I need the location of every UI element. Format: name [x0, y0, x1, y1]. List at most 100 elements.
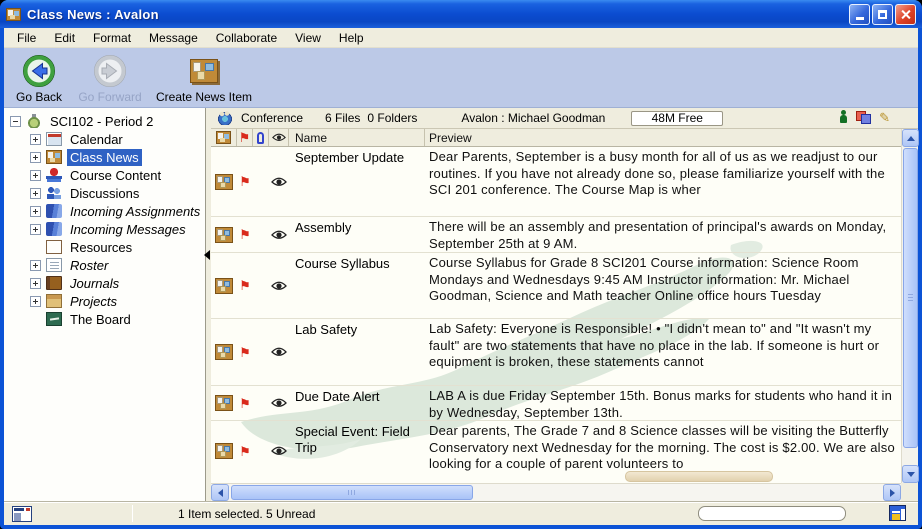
scroll-watermark	[625, 471, 773, 482]
sidebar-item-label[interactable]: Incoming Messages	[67, 221, 189, 238]
news-list-area: ⚑ September Update Dear Parents, Septemb…	[211, 147, 918, 483]
sidebar-item-label[interactable]: Calendar	[67, 131, 126, 148]
sidebar-item-label[interactable]: Roster	[67, 257, 111, 274]
expand-icon[interactable]	[30, 224, 41, 235]
tree-root-label[interactable]: SCI102 - Period 2	[47, 113, 156, 130]
expand-icon[interactable]	[30, 152, 41, 163]
close-button[interactable]	[895, 4, 916, 25]
sidebar-item-label[interactable]: Journals	[67, 275, 122, 292]
horizontal-scrollbar[interactable]	[211, 483, 901, 501]
expand-icon[interactable]	[30, 188, 41, 199]
sidebar-item-journals[interactable]: Journals	[4, 274, 205, 292]
news-item-name[interactable]: Special Event: Field Trip	[289, 421, 425, 481]
column-item-icon[interactable]	[211, 129, 237, 146]
tree-root-sci102[interactable]: SCI102 - Period 2	[4, 112, 205, 130]
sidebar-item-roster[interactable]: Roster	[4, 256, 205, 274]
minimize-icon	[856, 17, 864, 20]
who-is-online-icon[interactable]	[839, 110, 848, 124]
sidebar-item-label[interactable]: Incoming Assignments	[67, 203, 203, 220]
paperclip-icon	[257, 132, 264, 144]
sidebar-item-label[interactable]: The Board	[67, 311, 134, 328]
news-item-name[interactable]: September Update	[289, 147, 425, 216]
expand-icon[interactable]	[30, 170, 41, 181]
collapse-panel-icon[interactable]	[204, 250, 210, 260]
sidebar-item-label[interactable]: Class News	[67, 149, 142, 166]
maximize-button[interactable]	[872, 4, 893, 25]
column-flag[interactable]: ⚑	[237, 129, 253, 146]
menu-help[interactable]: Help	[330, 29, 373, 47]
main-area: SCI102 - Period 2 Calendar Class News Co…	[4, 108, 918, 501]
news-item-row[interactable]: ⚑ Assembly There will be an assembly and…	[211, 217, 901, 253]
conference-files-count: 6 Files	[325, 111, 360, 125]
sidebar-item-incoming-assignments[interactable]: Incoming Assignments	[4, 202, 205, 220]
menu-collaborate[interactable]: Collaborate	[207, 29, 286, 47]
news-item-row[interactable]: ⚑ September Update Dear Parents, Septemb…	[211, 147, 901, 217]
go-forward-button[interactable]: Go Forward	[70, 52, 150, 104]
news-item-preview: LAB A is due Friday September 15th. Bonu…	[425, 386, 901, 420]
create-news-item-button[interactable]: Create News Item	[152, 52, 256, 104]
sidebar-item-incoming-messages[interactable]: Incoming Messages	[4, 220, 205, 238]
column-attachment[interactable]	[253, 129, 269, 146]
eye-icon	[271, 446, 287, 456]
app-window: Class News : Avalon File Edit Format Mes…	[0, 0, 922, 529]
vertical-scrollbar[interactable]	[901, 129, 918, 483]
vertical-scroll-thumb[interactable]	[903, 148, 918, 448]
column-name[interactable]: Name	[289, 129, 425, 146]
go-forward-label: Go Forward	[78, 90, 141, 104]
split-view-icon[interactable]	[12, 506, 32, 522]
expand-icon[interactable]	[30, 206, 41, 217]
minimize-button[interactable]	[849, 4, 870, 25]
the-board-icon	[46, 312, 62, 326]
conference-label: Conference	[241, 111, 303, 125]
class-news-icon	[46, 150, 62, 164]
sidebar-item-label[interactable]: Discussions	[67, 185, 142, 202]
view-toggle-icon[interactable]	[889, 505, 906, 521]
news-item-name[interactable]: Course Syllabus	[289, 253, 425, 318]
collapse-expander-icon[interactable]	[10, 116, 21, 127]
news-item-row[interactable]: ⚑ Lab Safety Lab Safety: Everyone is Res…	[211, 319, 901, 386]
go-back-button[interactable]: Go Back	[10, 52, 68, 104]
sidebar-item-calendar[interactable]: Calendar	[4, 130, 205, 148]
news-item-row[interactable]: ⚑ Due Date Alert LAB A is due Friday Sep…	[211, 386, 901, 421]
sidebar-item-class-news[interactable]: Class News	[4, 148, 205, 166]
sidebar-item-label[interactable]: Course Content	[67, 167, 164, 184]
expand-icon[interactable]	[30, 278, 41, 289]
menu-view[interactable]: View	[286, 29, 330, 47]
eye-icon	[271, 281, 287, 291]
sidebar-item-projects[interactable]: Projects	[4, 292, 205, 310]
scroll-up-button[interactable]	[902, 129, 919, 147]
news-item-row[interactable]: ⚑ Course Syllabus Course Syllabus for Gr…	[211, 253, 901, 319]
journals-icon	[46, 276, 62, 290]
menu-message[interactable]: Message	[140, 29, 207, 47]
app-icon	[6, 8, 21, 21]
news-item-name[interactable]: Lab Safety	[289, 319, 425, 385]
sidebar-item-resources[interactable]: Resources	[4, 238, 205, 256]
sidebar-item-discussions[interactable]: Discussions	[4, 184, 205, 202]
news-item-preview: Dear Parents, September is a busy month …	[425, 147, 901, 216]
horizontal-scroll-thumb[interactable]	[231, 485, 473, 500]
expand-icon[interactable]	[30, 296, 41, 307]
news-item-icon	[215, 344, 233, 360]
sidebar-item-label[interactable]: Projects	[67, 293, 120, 310]
menu-format[interactable]: Format	[84, 29, 140, 47]
menu-edit[interactable]: Edit	[45, 29, 84, 47]
column-read-status[interactable]	[269, 129, 289, 146]
scroll-right-button[interactable]	[883, 484, 901, 501]
expand-icon[interactable]	[30, 260, 41, 271]
expand-icon[interactable]	[30, 134, 41, 145]
scroll-down-button[interactable]	[902, 465, 919, 483]
menu-file[interactable]: File	[8, 29, 45, 47]
news-item-row[interactable]: ⚑ Special Event: Field Trip Dear parents…	[211, 421, 901, 481]
sidebar-item-the-board[interactable]: The Board	[4, 310, 205, 328]
view-properties-icon[interactable]	[856, 111, 871, 124]
news-item-name[interactable]: Assembly	[289, 217, 425, 252]
sidebar-item-label[interactable]: Resources	[67, 239, 135, 256]
news-item-name[interactable]: Due Date Alert	[289, 386, 425, 420]
create-news-item-label: Create News Item	[156, 90, 252, 104]
window-title: Class News : Avalon	[27, 7, 849, 22]
scroll-left-button[interactable]	[211, 484, 229, 501]
title-bar[interactable]: Class News : Avalon	[0, 0, 922, 28]
sidebar-item-course-content[interactable]: Course Content	[4, 166, 205, 184]
edit-pencil-icon[interactable]: ✎	[879, 111, 890, 124]
column-preview[interactable]: Preview	[425, 129, 918, 146]
